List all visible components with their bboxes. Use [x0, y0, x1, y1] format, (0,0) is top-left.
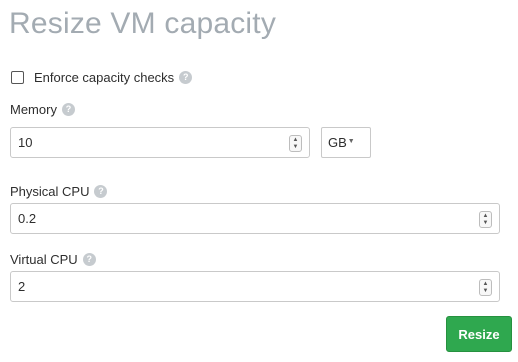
- chevron-down-icon[interactable]: ▼: [483, 220, 489, 227]
- memory-label-row: Memory ?: [10, 100, 75, 118]
- enforce-capacity-checkbox[interactable]: [11, 70, 24, 84]
- chevron-up-icon[interactable]: ▲: [483, 213, 489, 220]
- help-icon[interactable]: ?: [179, 70, 193, 84]
- page-title: Resize VM capacity: [9, 7, 277, 40]
- physical-cpu-stepper[interactable]: ▲ ▼: [479, 211, 492, 228]
- memory-stepper[interactable]: ▲ ▼: [289, 135, 302, 152]
- memory-unit-select[interactable]: GB ▼: [321, 127, 371, 158]
- help-icon[interactable]: ?: [82, 252, 96, 266]
- virtual-cpu-input[interactable]: 2 ▲ ▼: [10, 271, 500, 302]
- chevron-up-icon[interactable]: ▲: [483, 281, 489, 288]
- memory-label: Memory: [10, 101, 57, 117]
- memory-input[interactable]: 10 ▲ ▼: [10, 127, 310, 158]
- caret-down-icon: ▼: [347, 138, 355, 145]
- physical-cpu-input[interactable]: 0.2 ▲ ▼: [10, 203, 500, 234]
- virtual-cpu-label: Virtual CPU: [10, 251, 78, 267]
- virtual-cpu-stepper[interactable]: ▲ ▼: [479, 279, 492, 296]
- resize-button[interactable]: Resize: [446, 316, 512, 352]
- chevron-down-icon[interactable]: ▼: [483, 288, 489, 295]
- resize-vm-form: Resize VM capacity Enforce capacity chec…: [0, 0, 518, 362]
- virtual-cpu-label-row: Virtual CPU ?: [10, 250, 96, 268]
- physical-cpu-value: 0.2: [18, 211, 37, 226]
- virtual-cpu-value: 2: [18, 279, 26, 294]
- help-icon[interactable]: ?: [94, 184, 108, 198]
- enforce-capacity-row: Enforce capacity checks ?: [11, 68, 193, 86]
- memory-unit-value: GB: [328, 135, 347, 150]
- chevron-down-icon[interactable]: ▼: [293, 144, 299, 151]
- physical-cpu-label-row: Physical CPU ?: [10, 182, 108, 200]
- memory-value: 10: [18, 135, 33, 150]
- help-icon[interactable]: ?: [61, 102, 75, 116]
- chevron-up-icon[interactable]: ▲: [293, 137, 299, 144]
- physical-cpu-label: Physical CPU: [10, 183, 90, 199]
- enforce-capacity-label[interactable]: Enforce capacity checks: [34, 70, 174, 85]
